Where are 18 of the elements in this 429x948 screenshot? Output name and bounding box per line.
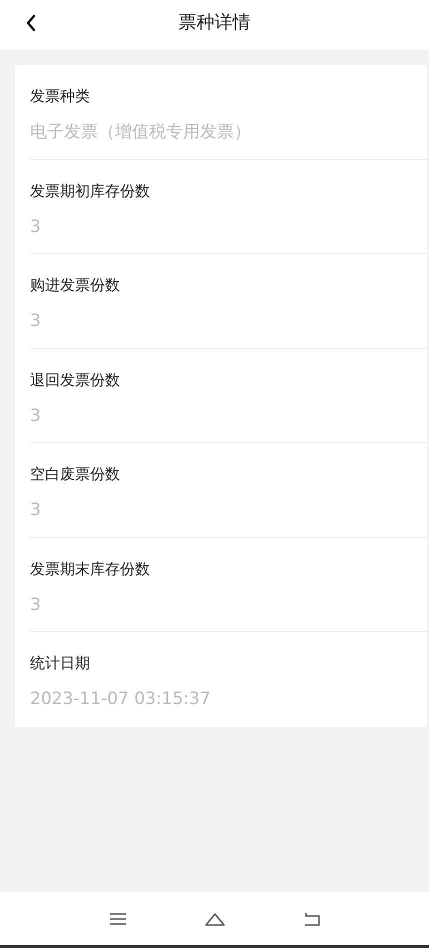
field-label: 发票期末库存份数 (30, 560, 151, 578)
home-icon[interactable] (204, 910, 226, 926)
field-value: 3 (30, 500, 42, 520)
field-value: 3 (30, 406, 42, 426)
field-label: 发票期初库存份数 (30, 182, 151, 200)
field-label: 退回发票份数 (30, 370, 121, 388)
field-label: 统计日期 (30, 654, 91, 672)
field-value: 3 (30, 216, 42, 236)
back-icon (25, 14, 37, 32)
field-label: 购进发票份数 (30, 276, 121, 294)
field-value: 3 (30, 311, 42, 331)
page-title: 票种详情 (178, 10, 250, 34)
menu-icon[interactable] (108, 912, 128, 926)
field-label: 发票种类 (30, 87, 91, 105)
field-value: 电子发票（增值税专用发票） (30, 122, 252, 142)
field-value: 3 (30, 594, 42, 614)
field-value: 2023-11-07 03:15:37 (30, 689, 212, 709)
field-label: 空白废票份数 (30, 465, 121, 483)
